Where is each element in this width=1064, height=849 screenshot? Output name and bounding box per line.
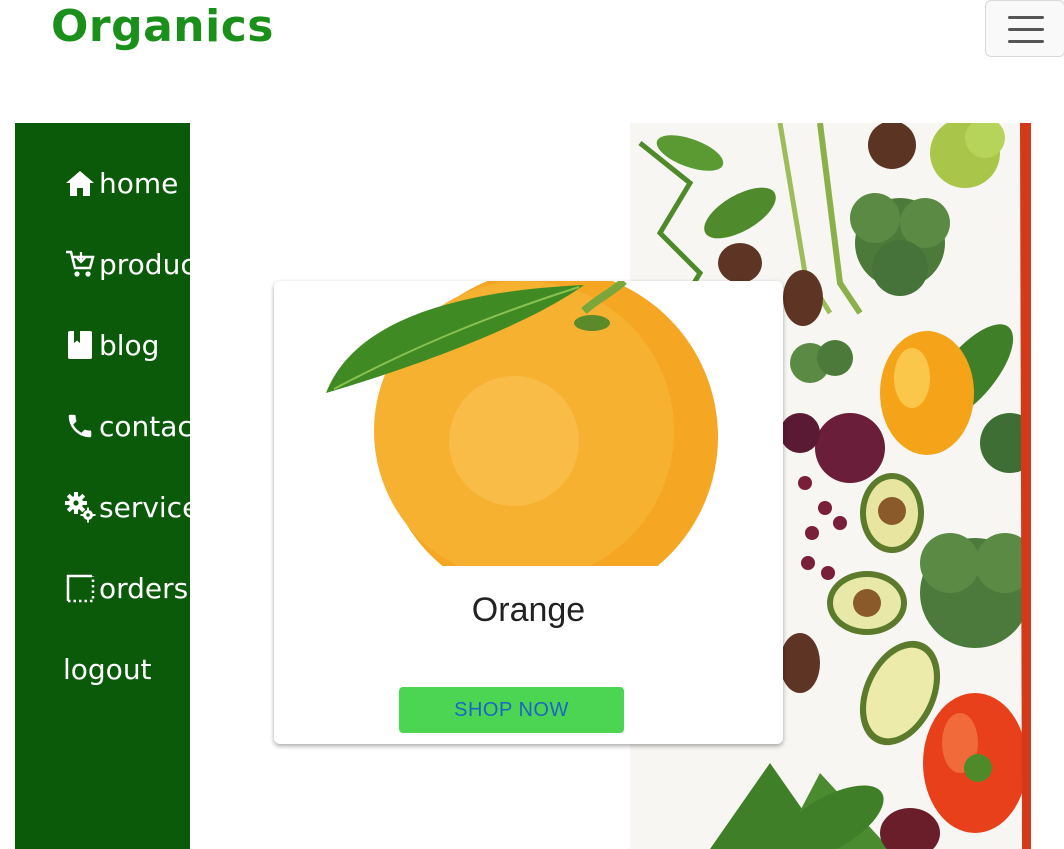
sidebar-item-blog[interactable]: blog bbox=[63, 325, 159, 365]
orange-product-image bbox=[274, 281, 783, 605]
home-icon bbox=[63, 166, 97, 200]
sidebar-item-contact[interactable]: contact bbox=[63, 406, 190, 446]
cart-icon bbox=[63, 247, 97, 281]
product-card: Orange SHOP NOW bbox=[274, 281, 783, 744]
brand-logo[interactable]: Organics bbox=[51, 0, 274, 54]
sidebar: home products blog contact bbox=[15, 123, 190, 849]
sidebar-item-label: orders bbox=[99, 571, 189, 605]
product-name: Orange bbox=[471, 591, 586, 629]
sidebar-item-label: products bbox=[99, 247, 190, 281]
shop-now-button[interactable]: SHOP NOW bbox=[399, 687, 624, 733]
menu-toggle-button[interactable] bbox=[985, 0, 1064, 57]
sidebar-item-products[interactable]: products bbox=[63, 244, 190, 284]
orders-icon bbox=[63, 571, 97, 605]
sidebar-item-services[interactable]: services bbox=[63, 487, 190, 527]
sidebar-item-label: home bbox=[99, 166, 179, 200]
book-icon bbox=[63, 328, 97, 362]
sidebar-item-label: blog bbox=[99, 328, 160, 362]
sidebar-item-orders[interactable]: orders bbox=[63, 568, 188, 608]
sidebar-item-label: logout bbox=[63, 652, 152, 686]
sidebar-item-label: contact bbox=[99, 409, 190, 443]
sidebar-item-label: services bbox=[99, 490, 190, 524]
sidebar-item-home[interactable]: home bbox=[63, 163, 178, 203]
sidebar-item-logout[interactable]: logout bbox=[63, 649, 152, 689]
gears-icon bbox=[63, 490, 97, 524]
phone-icon bbox=[63, 409, 97, 443]
